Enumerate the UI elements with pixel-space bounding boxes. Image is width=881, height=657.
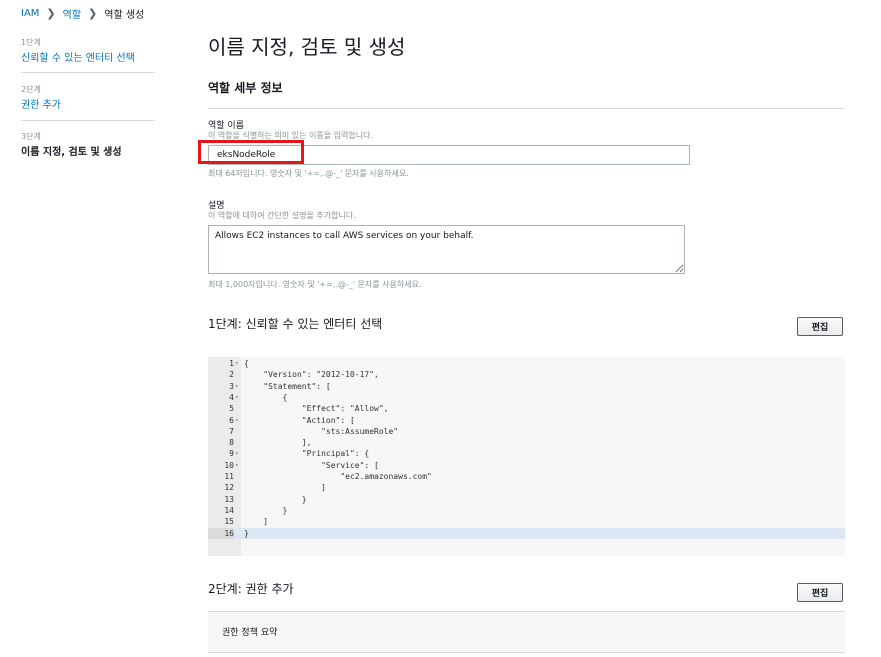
breadcrumb-roles[interactable]: 역할 bbox=[63, 6, 81, 21]
role-name-hint: 이 역할을 식별하는 의미 있는 이름을 입력합니다. bbox=[208, 131, 373, 140]
chevron-right-icon: ❯ bbox=[46, 7, 56, 20]
code-line: 16} bbox=[208, 527, 845, 539]
fold-toggle-icon[interactable]: ▾ bbox=[235, 460, 239, 471]
line-number: 10 bbox=[224, 460, 234, 470]
divider bbox=[21, 72, 155, 73]
code-line: 1 ▾ { bbox=[208, 358, 845, 369]
wizard-step-2[interactable]: 2단계 권한 추가 bbox=[21, 84, 155, 111]
fold-toggle-icon[interactable]: ▾ bbox=[235, 448, 239, 459]
line-number: 7 bbox=[229, 426, 234, 436]
page-title: 이름 지정, 검토 및 생성 bbox=[208, 35, 406, 59]
code-text: "Principal": { bbox=[244, 449, 370, 459]
code-text: ] bbox=[244, 517, 269, 527]
code-text: "Version": "2012-10-17", bbox=[244, 370, 379, 380]
line-number: 4 bbox=[229, 392, 234, 402]
line-number: 8 bbox=[229, 438, 234, 448]
code-line: 14 } bbox=[208, 505, 845, 516]
description-hint: 이 역할에 대하여 간단한 설명을 추가합니다. bbox=[208, 211, 356, 220]
role-name-input[interactable] bbox=[208, 145, 690, 165]
line-number: 3 bbox=[229, 381, 234, 391]
step-label: 이름 지정, 검토 및 생성 bbox=[21, 147, 122, 158]
role-name-constraint: 최대 64자입니다. 영숫자 및 '+=,.@-_' 문자를 사용하세요. bbox=[208, 169, 409, 178]
permissions-summary-panel: 권한 정책 요약 bbox=[208, 612, 845, 653]
line-number: 1 bbox=[229, 359, 234, 368]
step2-edit-button[interactable]: 편집 bbox=[797, 583, 843, 602]
code-text: "Effect": "Allow", bbox=[244, 404, 389, 414]
code-line: 11 "ec2.amazonaws.com" bbox=[208, 471, 845, 482]
permissions-summary-label: 권한 정책 요약 bbox=[222, 628, 278, 638]
line-number: 5 bbox=[229, 404, 234, 414]
code-line: 2 "Version": "2012-10-17", bbox=[208, 369, 845, 380]
step-number: 1단계 bbox=[21, 38, 41, 47]
code-line: 13 } bbox=[208, 494, 845, 505]
code-line: 6 ▾ "Action": [ bbox=[208, 415, 845, 426]
line-number: 6 bbox=[229, 415, 234, 425]
breadcrumb-iam[interactable]: IAM bbox=[21, 8, 39, 19]
step-number: 3단계 bbox=[21, 132, 41, 141]
step-number: 2단계 bbox=[21, 85, 41, 94]
fold-toggle-icon[interactable]: ▾ bbox=[235, 381, 239, 392]
code-line: 3 ▾ "Statement": [ bbox=[208, 381, 845, 392]
description-constraint: 최대 1,000자입니다. 영숫자 및 '+=,.@-_' 문자를 사용하세요. bbox=[208, 280, 422, 289]
line-number: 9 bbox=[229, 449, 234, 459]
fold-toggle-icon[interactable]: ▾ bbox=[235, 358, 239, 369]
divider bbox=[208, 108, 845, 109]
description-textarea[interactable]: Allows EC2 instances to call AWS service… bbox=[208, 225, 685, 274]
trust-policy-code-editor[interactable]: 1 ▾{2 "Version": "2012-10-17", 3 ▾ "Stateme… bbox=[208, 357, 845, 556]
code-text: ], bbox=[244, 438, 312, 448]
code-line: 9 ▾ "Principal": { bbox=[208, 448, 845, 459]
step1-heading: 1단계: 신뢰할 수 있는 엔터티 선택 bbox=[208, 317, 383, 331]
divider bbox=[21, 120, 155, 121]
step-label[interactable]: 신뢰할 수 있는 엔터티 선택 bbox=[21, 49, 155, 64]
code-text: } bbox=[244, 505, 288, 515]
code-text: } bbox=[244, 494, 307, 504]
code-line: 5 "Effect": "Allow", bbox=[208, 403, 845, 414]
breadcrumb-current: 역할 생성 bbox=[104, 10, 145, 21]
code-text: "Action": [ bbox=[244, 415, 355, 425]
line-number: 2 bbox=[229, 370, 234, 380]
code-line: 12 ] bbox=[208, 482, 845, 493]
code-text: { bbox=[244, 392, 288, 402]
code-text: "Statement": [ bbox=[244, 381, 331, 391]
code-line: 7 "sts:AssumeRole" bbox=[208, 426, 845, 437]
line-number: 13 bbox=[224, 494, 234, 504]
fold-toggle-icon[interactable]: ▾ bbox=[235, 415, 239, 426]
code-line: 8 ], bbox=[208, 437, 845, 448]
step2-heading: 2단계: 권한 추가 bbox=[208, 582, 294, 596]
code-text: "sts:AssumeRole" bbox=[244, 426, 399, 436]
code-text: "ec2.amazonaws.com" bbox=[244, 472, 432, 481]
fold-toggle-icon[interactable]: ▾ bbox=[235, 392, 239, 403]
code-line: 15 ] bbox=[208, 516, 845, 527]
role-details-title: 역할 세부 정보 bbox=[208, 81, 283, 95]
code-text: ] bbox=[244, 483, 326, 493]
line-number: 12 bbox=[224, 483, 234, 493]
code-text: { bbox=[244, 359, 249, 368]
line-number: 15 bbox=[224, 517, 234, 527]
wizard-step-1[interactable]: 1단계 신뢰할 수 있는 엔터티 선택 bbox=[21, 37, 155, 64]
line-number: 16 bbox=[208, 527, 234, 539]
chevron-right-icon: ❯ bbox=[88, 7, 98, 20]
line-number: 14 bbox=[224, 505, 234, 515]
wizard-step-3: 3단계 이름 지정, 검토 및 생성 bbox=[21, 131, 155, 158]
code-text: } bbox=[244, 528, 249, 538]
line-number: 11 bbox=[224, 472, 234, 481]
step1-edit-button[interactable]: 편집 bbox=[797, 317, 843, 336]
code-line: 4 ▾ { bbox=[208, 392, 845, 403]
breadcrumb: IAM ❯ 역할 ❯ 역할 생성 bbox=[21, 6, 144, 21]
step-label[interactable]: 권한 추가 bbox=[21, 96, 155, 111]
code-line: 10 ▾ "Service": [ bbox=[208, 460, 845, 471]
code-text: "Service": [ bbox=[244, 460, 379, 470]
